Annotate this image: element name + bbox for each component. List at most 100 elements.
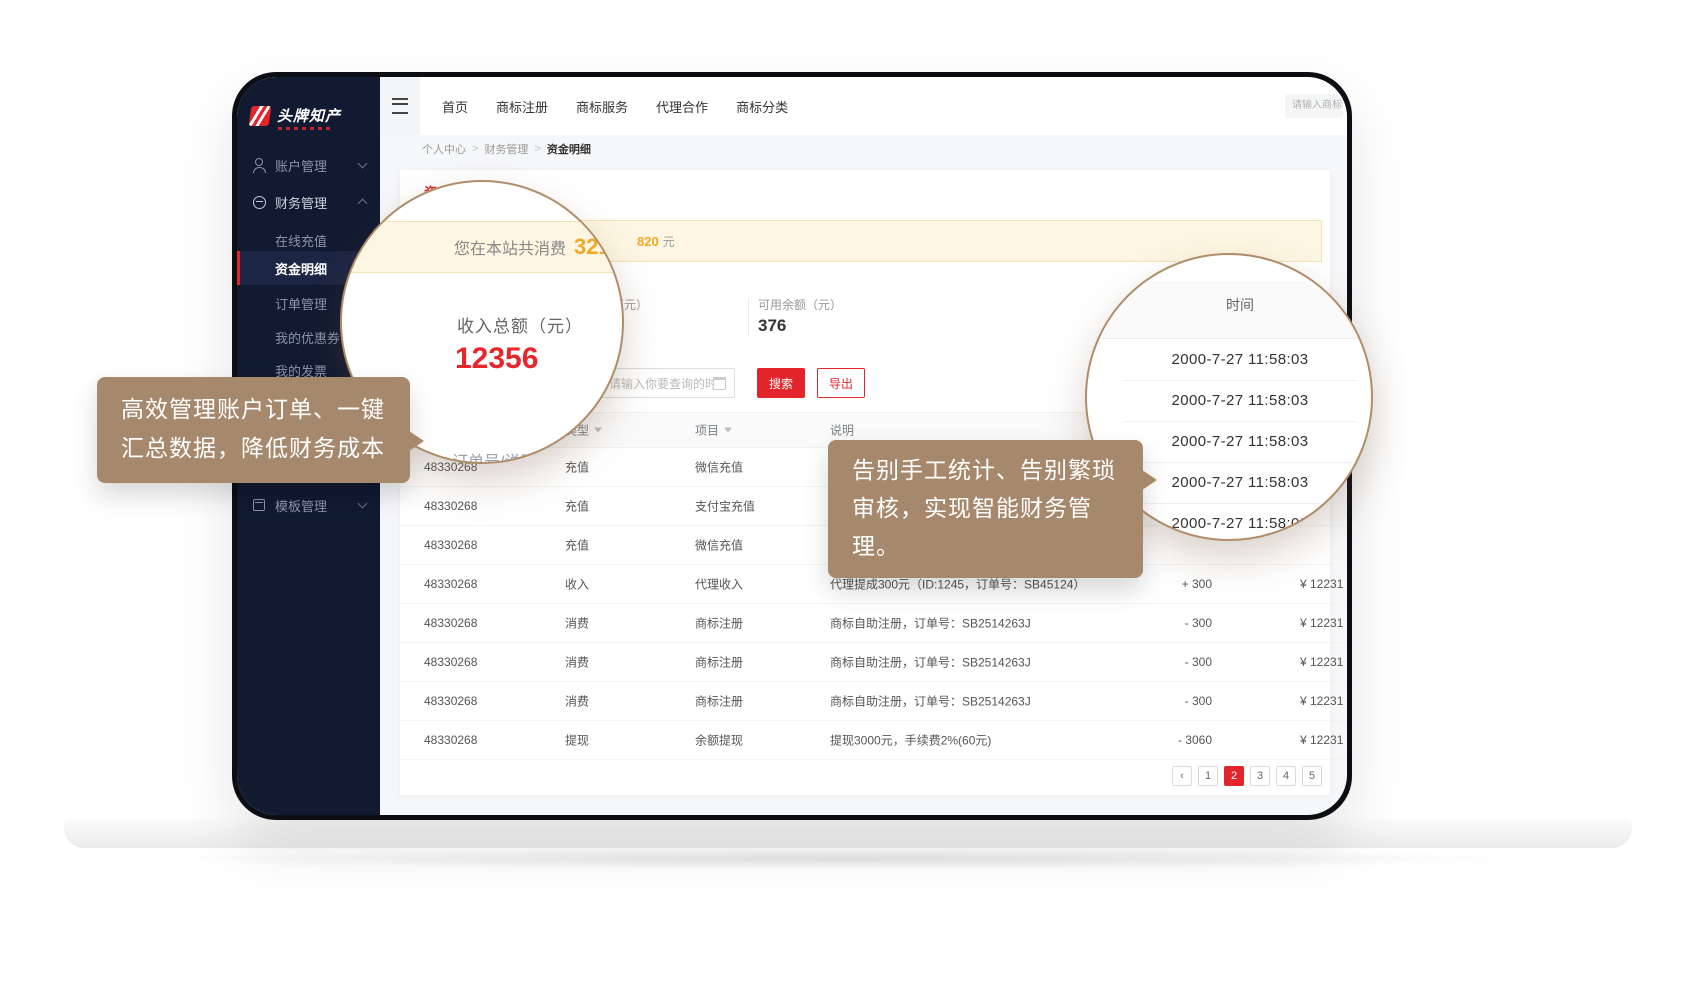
sidebar-item-template[interactable]: 模板管理	[237, 490, 380, 520]
template-icon	[253, 499, 265, 511]
nav-item-trademark-register[interactable]: 商标注册	[496, 97, 548, 116]
cell-type: 充值	[565, 537, 589, 554]
brand-logo-text: 头牌知产	[277, 105, 341, 126]
cell-desc: 代理提成300元（ID:1245，订单号：SB45124）	[830, 576, 1085, 593]
cell-type: 消费	[565, 654, 589, 671]
cell-balance: ¥ 12231	[1300, 733, 1343, 747]
pagination-page-5[interactable]: 5	[1302, 766, 1322, 786]
consumption-amount-fragment: 820	[637, 234, 659, 249]
cell-project: 微信充值	[695, 459, 743, 476]
calendar-icon[interactable]	[713, 377, 726, 390]
lens-table-header-echo: 订单号/说明关键	[452, 448, 568, 464]
lens-income-label: 收入总额（元）	[457, 312, 583, 337]
consumption-banner-text: 820 元	[637, 221, 675, 261]
menu-toggle-button[interactable]	[380, 77, 420, 135]
breadcrumb-fund-detail: 资金明细	[547, 141, 591, 157]
lens-time-header: 时间	[1087, 295, 1371, 315]
cell-order-no: 48330268	[424, 577, 477, 591]
lens-banner-band: 您在本站共消费 32124	[342, 221, 622, 273]
cell-balance: ¥ 12231	[1300, 655, 1343, 669]
nav-item-trademark-service[interactable]: 商标服务	[576, 97, 628, 116]
nav-item-trademark-category[interactable]: 商标分类	[736, 97, 788, 116]
breadcrumb: 个人中心 > 财务管理 > 资金明细	[380, 135, 1347, 163]
laptop-base-shadow	[150, 848, 1546, 870]
cell-project: 微信充值	[695, 537, 743, 554]
cell-type: 消费	[565, 615, 589, 632]
cell-project: 商标注册	[695, 615, 743, 632]
chevron-down-icon	[358, 499, 368, 509]
callout-arrow	[1142, 470, 1157, 490]
callout-right: 告别手工统计、告别繁琐 审核，实现智能财务管 理。	[828, 440, 1143, 578]
cell-order-no: 48330268	[424, 538, 477, 552]
nav-item-home[interactable]: 首页	[442, 97, 468, 116]
pagination-page-4[interactable]: 4	[1276, 766, 1296, 786]
consumption-unit: 元	[663, 233, 675, 250]
top-navbar: 首页 商标注册 商标服务 代理合作 商标分类 请输入商标名、申请号、申请人	[380, 77, 1347, 136]
brand-logo-subtext	[278, 127, 334, 130]
callout-right-line: 审核，实现智能财务管	[852, 489, 1119, 527]
lens-timestamp: 2000-7-27 11:58:03	[1123, 421, 1357, 463]
hamburger-icon	[392, 98, 408, 114]
breadcrumb-finance[interactable]: 财务管理	[484, 141, 528, 157]
sort-caret-icon	[594, 428, 602, 433]
cell-order-no: 48330268	[424, 694, 477, 708]
lens-banner-text: 您在本站共消费 32124	[454, 234, 624, 260]
laptop-base	[64, 818, 1632, 848]
pagination-prev-button[interactable]: ‹	[1172, 766, 1192, 786]
lens-banner-value: 32124	[574, 234, 624, 260]
export-button[interactable]: 导出	[817, 368, 865, 398]
pagination-page-1[interactable]: 1	[1198, 766, 1218, 786]
sort-caret-icon	[724, 428, 732, 433]
callout-right-line: 理。	[852, 527, 1119, 565]
callout-arrow	[409, 431, 424, 451]
page: 头牌知产 账户管理 财务管理 在线充值 资金明细	[0, 0, 1696, 1002]
cell-project: 代理收入	[695, 576, 743, 593]
cell-type: 收入	[565, 576, 589, 593]
brand-logo-icon	[249, 106, 272, 126]
search-button[interactable]: 搜索	[757, 368, 805, 398]
cell-order-no: 48330268	[424, 616, 477, 630]
cell-amount: - 3060	[1080, 733, 1212, 747]
lens-timestamp: 2000-7-27 11:58:03	[1123, 503, 1357, 541]
cell-desc: 商标自助注册，订单号：SB2514263J	[830, 615, 1031, 632]
cell-balance: ¥ 12231	[1300, 616, 1343, 630]
chevron-down-icon	[358, 159, 368, 169]
lens-timestamp: 2000-7-27 11:58:03	[1123, 380, 1357, 422]
cell-amount: - 300	[1080, 616, 1212, 630]
cell-amount: - 300	[1080, 655, 1212, 669]
table-row: 48330268 消费 商标注册 商标自助注册，订单号：SB2514263J -…	[400, 682, 1347, 721]
callout-left: 高效管理账户订单、一键 汇总数据，降低财务成本	[97, 377, 410, 483]
lens-banner-label: 您在本站共消费	[454, 235, 566, 259]
cell-balance: ¥ 12231	[1300, 694, 1343, 708]
search-input[interactable]: 请输入商标名、申请号、申请人	[1285, 94, 1343, 118]
stat-balance-label: 可用余额（元）	[758, 296, 842, 313]
brand-logo[interactable]: 头牌知产	[250, 105, 341, 126]
main-nav: 首页 商标注册 商标服务 代理合作 商标分类	[442, 77, 788, 135]
date-query-placeholder: 请输入你要查询的时间	[609, 375, 713, 392]
header-project[interactable]: 项目	[695, 422, 732, 439]
sidebar-item-account[interactable]: 账户管理	[237, 150, 380, 180]
cell-amount: - 300	[1080, 694, 1212, 708]
user-icon	[253, 158, 265, 171]
cell-order-no: 48330268	[424, 499, 477, 513]
lens-timestamp: 2000-7-27 11:58:03	[1123, 339, 1357, 381]
breadcrumb-personal-center[interactable]: 个人中心	[422, 141, 466, 157]
cell-order-no: 48330268	[424, 733, 477, 747]
callout-left-line: 高效管理账户订单、一键	[121, 390, 386, 429]
breadcrumb-separator: >	[534, 143, 540, 155]
date-query-input[interactable]: 请输入你要查询的时间	[600, 368, 735, 398]
pagination-page-2-active[interactable]: 2	[1224, 766, 1244, 786]
cell-amount: + 300	[1080, 577, 1212, 591]
search-placeholder: 请输入商标名、申请号、申请人	[1285, 94, 1343, 118]
breadcrumb-separator: >	[472, 143, 478, 155]
cell-balance: ¥ 12231	[1300, 577, 1343, 591]
cell-type: 充值	[565, 459, 589, 476]
pagination: ‹ 1 2 3 4 5	[1172, 766, 1322, 786]
sidebar-item-finance[interactable]: 财务管理	[237, 187, 380, 217]
stat-divider	[748, 298, 749, 336]
cell-type: 消费	[565, 693, 589, 710]
lens-income-value: 12356	[455, 342, 538, 376]
nav-item-agent-cooperation[interactable]: 代理合作	[656, 97, 708, 116]
pagination-page-3[interactable]: 3	[1250, 766, 1270, 786]
stat-balance-value: 376	[758, 316, 786, 336]
